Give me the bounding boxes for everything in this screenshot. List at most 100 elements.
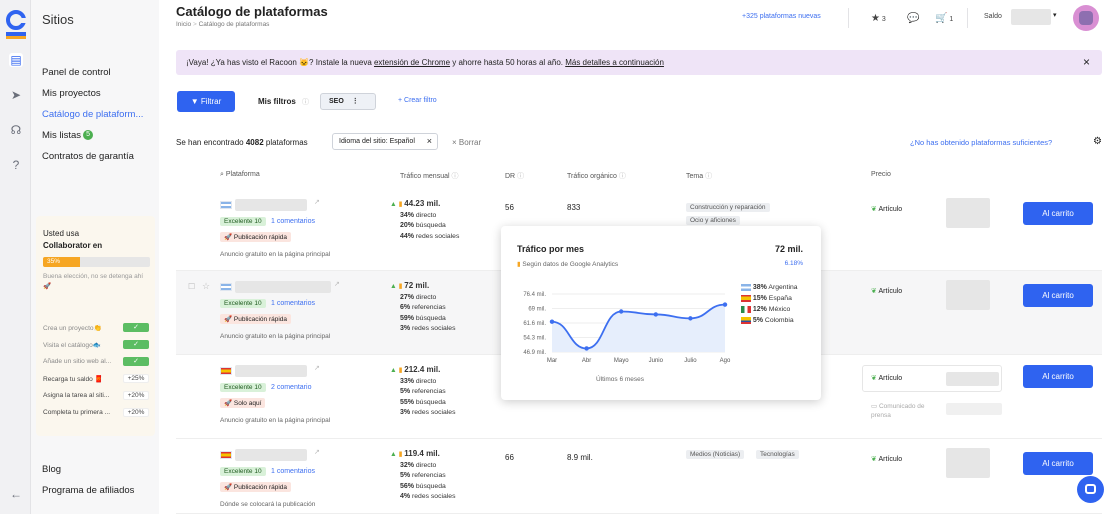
balance-dropdown-icon[interactable]: ▾ [1053,11,1057,19]
more-icon[interactable]: ⋮ [352,98,359,105]
dr-value: 66 [505,453,514,462]
traffic-metrics[interactable]: ▲ ▮ 119.4 mil. 32% directo 5% referencia… [390,449,460,501]
task-done-check: ✓ [123,357,149,366]
onboarding-task[interactable]: Visita el catálogo🐟 ✓ [43,340,149,349]
clear-filters-button[interactable]: × Borrar [452,138,481,147]
crumb-home[interactable]: Inicio [176,21,191,28]
nav-lists[interactable]: Mis listas 5 [42,130,94,141]
monthly-traffic: 72 mil. [404,281,430,290]
nav-blog[interactable]: Blog [42,464,61,475]
topic-tag: Ocio y aficiones [686,216,740,225]
col-organic[interactable]: Tráfico orgánico ⓘ [567,171,626,181]
onboarding-card: Usted usa Collaborator en 35% Buena elec… [36,216,155,436]
nav-contracts[interactable]: Contratos de garantía [42,151,134,162]
traffic-metrics[interactable]: ▲ ▮ 212.4 mil. 33% directo 5% referencia… [390,365,460,417]
traffic-metrics[interactable]: ▲ ▮ 44.23 mil. 34% directo 20% búsqueda … [390,199,460,241]
nav-catalog[interactable]: Catálogo de plataform... [42,109,143,120]
favorites[interactable]: ★ 3 [871,13,886,24]
favorite-star-icon[interactable]: ☆ [202,281,210,292]
headset-icon[interactable]: ☊ [9,123,23,137]
external-link-icon[interactable]: ↗ [314,198,320,206]
traffic-metrics[interactable]: ▲ ▮ 72 mil. 27% directo 6% referencias 5… [390,281,460,333]
comments-link[interactable]: 1 comentarios [271,218,315,225]
add-to-cart-button[interactable]: Al carrito [1023,202,1093,225]
page-title: Catálogo de plataformas [176,4,328,19]
add-to-cart-button[interactable]: Al carrito [1023,452,1093,475]
price-type-label: Artículo [878,288,903,295]
nav-projects[interactable]: Mis proyectos [42,88,101,99]
site-url[interactable] [235,365,307,377]
price-type: ❦ Artículo [871,287,902,295]
comments-link[interactable]: 2 comentario [271,384,311,391]
seo-filter-label: SEO [329,98,344,105]
seo-filter-chip[interactable]: SEO ⋮ [320,93,376,110]
favorites-count: 3 [881,16,886,23]
chrome-extension-link[interactable]: extensión de Chrome [374,58,450,67]
publication-badge: 🚀 Solo aquí [220,398,266,408]
results-count: Se han encontrado 4082 plataformas [176,138,308,147]
clear-filters-label: Borrar [458,138,482,147]
external-link-icon[interactable]: ↗ [314,364,320,372]
avatar[interactable] [1073,5,1099,31]
trend-up-icon: ▲ [390,367,397,374]
data-point [619,309,624,314]
press-release-option[interactable]: ▭ Comunicado de prensa [871,402,941,420]
comments-link[interactable]: 1 comentarios [271,300,315,307]
send-icon[interactable]: ➤ [9,88,23,102]
onboarding-task[interactable]: Asigna la tarea al siti... +20% [43,391,149,400]
nav-dashboard[interactable]: Panel de control [42,67,111,78]
y-tick-label: 69 mil. [528,307,546,313]
direct-label: directo [415,211,437,219]
onboarding-task[interactable]: Añade un sitio web al... ✓ [43,357,149,366]
not-enough-link[interactable]: ¿No has obtenido plataformas suficientes… [910,138,1052,147]
add-to-cart-button[interactable]: Al carrito [1023,365,1093,388]
bar-chart-icon: ▮ [398,451,403,458]
comments-link[interactable]: 1 comentarios [271,468,315,475]
site-url[interactable] [235,199,307,211]
create-filter-link[interactable]: + Crear filtro [398,97,437,104]
external-link-icon[interactable]: ↗ [334,280,340,288]
close-icon[interactable]: × [1083,50,1090,75]
col-platform[interactable]: ⌕ Plataforma [220,171,260,179]
search-pct: 59% [400,314,415,322]
feather-icon: ❦ [871,375,877,382]
country-share: 15% España [741,293,798,304]
country-name: Colombia [764,317,794,324]
external-link-icon[interactable]: ↗ [314,448,320,456]
chat-bubbles-icon[interactable]: 💬 [907,13,919,24]
settings-icon[interactable]: ⚙ [1093,136,1102,147]
x-tick-label: Abr [582,358,591,364]
col-topic[interactable]: Tema ⓘ [686,171,712,181]
remove-filter-icon[interactable]: × [427,134,432,149]
more-details-link[interactable]: Más detalles a continuación [565,58,664,67]
filter-button[interactable]: ▼ Filtrar [177,91,235,112]
onboarding-task[interactable]: Recarga tu saldo 🧧 +25% [43,374,149,383]
collapse-arrow-icon[interactable]: ← [9,487,23,501]
results-number: 4082 [245,138,264,147]
row-checkbox[interactable]: ☐ [188,282,195,291]
col-traffic[interactable]: Tráfico mensual ⓘ [400,171,459,181]
col-price[interactable]: Precio [871,171,891,178]
chat-widget[interactable] [1077,476,1104,503]
social-pct: 44% [400,232,415,240]
site-url[interactable] [235,449,307,461]
info-icon: ⓘ [451,173,459,180]
publication-badge: 🚀 Publicación rápida [220,314,292,324]
faq-icon[interactable]: ? [9,158,23,172]
collaborator-logo[interactable] [5,10,27,40]
nav-affiliates[interactable]: Programa de afiliados [42,485,134,496]
cart[interactable]: 🛒 1 [935,13,953,24]
task-reward: +20% [123,408,149,417]
onboarding-task[interactable]: Completa tu primera ... +20% [43,408,149,417]
col-dr[interactable]: DR ⓘ [505,171,524,181]
add-to-cart-button[interactable]: Al carrito [1023,284,1093,307]
info-icon: ⓘ [302,99,309,106]
promo-line2: Collaborator en [43,241,103,250]
new-platforms-link[interactable]: +325 plataformas nuevas [742,13,821,20]
catalog-icon[interactable]: ▤ [9,53,23,67]
country-pct: 38% [752,284,767,291]
rocket-icon: 🚀 [224,234,233,241]
onboarding-task[interactable]: Crea un proyecto👏 ✓ [43,323,149,332]
site-url[interactable] [235,281,331,293]
task-label: Completa tu primera ... [43,409,111,416]
